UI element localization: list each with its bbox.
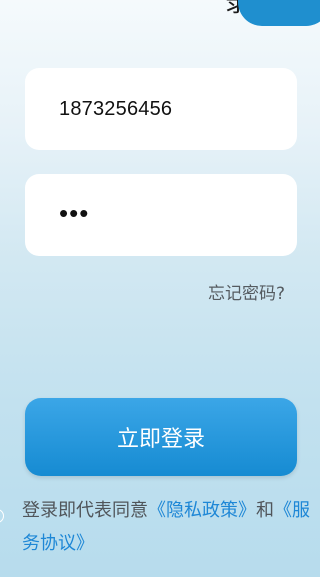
login-button[interactable]: 立即登录 bbox=[25, 398, 297, 476]
phone-value: 1873256456 bbox=[59, 97, 173, 120]
forgot-password-link[interactable]: 忘记密码? bbox=[208, 279, 285, 304]
password-value: ••• bbox=[59, 198, 90, 228]
agreement-radio[interactable] bbox=[0, 509, 4, 523]
top-tab-shape bbox=[238, 0, 320, 26]
privacy-policy-link[interactable]: 《隐私政策》 bbox=[148, 500, 256, 521]
agreement-conjunction: 和 bbox=[256, 500, 274, 521]
password-field[interactable]: ••• bbox=[25, 174, 297, 256]
agreement-prefix: 登录即代表同意 bbox=[22, 500, 148, 521]
agreement-text: 登录即代表同意《隐私政策》和《服务协议》 bbox=[22, 494, 318, 560]
phone-field[interactable]: 1873256456 bbox=[25, 68, 297, 150]
